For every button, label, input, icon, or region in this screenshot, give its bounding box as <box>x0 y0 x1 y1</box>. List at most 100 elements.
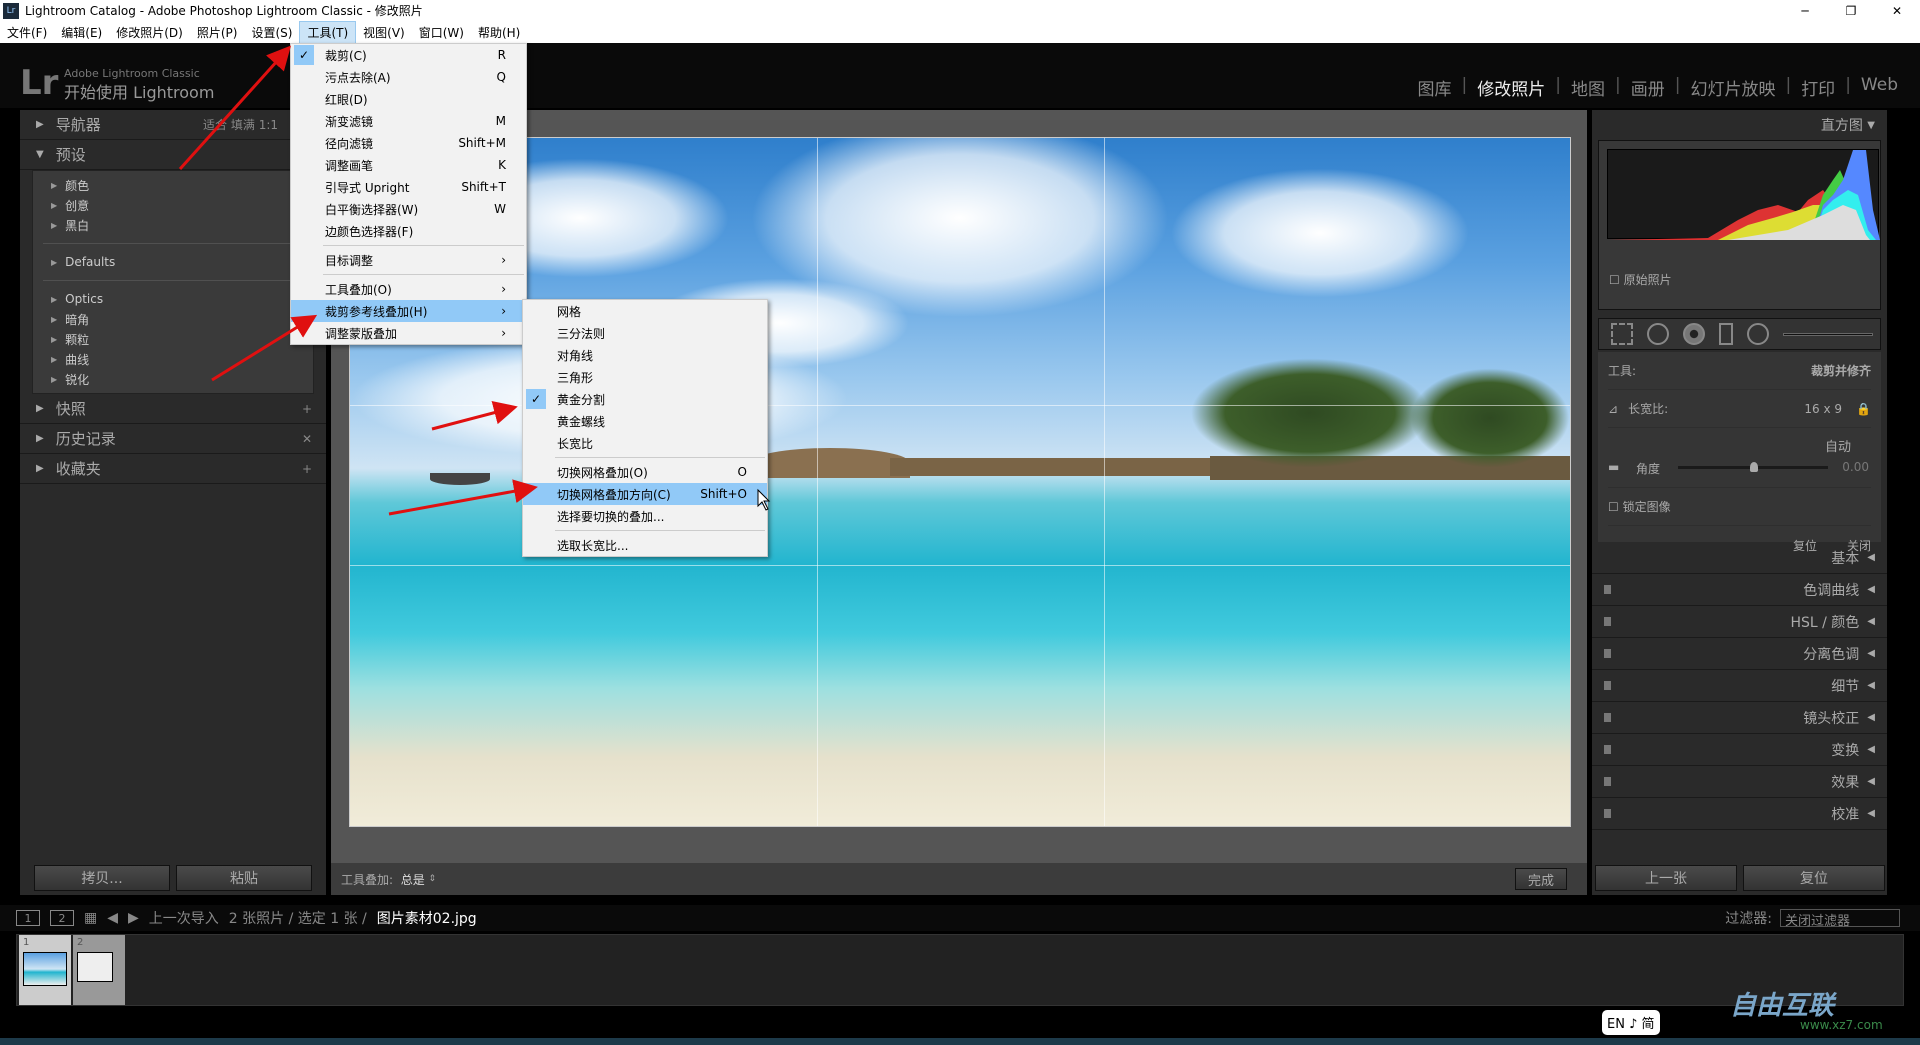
grid-icon[interactable]: ▦ <box>84 910 97 926</box>
clear-icon[interactable]: ✕ <box>302 432 312 446</box>
section-basic[interactable]: 基本 ◀ <box>1592 542 1887 574</box>
navigator-header[interactable]: ▶ 导航器 适合 填满 1:1 <box>20 110 326 140</box>
graduated-filter-icon[interactable] <box>1719 323 1733 345</box>
section-effects[interactable]: 效果 ◀ <box>1592 766 1887 798</box>
menu-item-mask-overlay[interactable]: 调整蒙版叠加 › <box>291 322 526 344</box>
section-tone-curve[interactable]: 色调曲线 ◀ <box>1592 574 1887 606</box>
copy-button[interactable]: 拷贝... <box>34 865 170 891</box>
menu-item-crop-guide-overlay[interactable]: 裁剪参考线叠加(H) › <box>291 300 526 322</box>
add-icon[interactable]: + <box>302 462 312 476</box>
menu-view[interactable]: 视图(V) <box>356 22 412 43</box>
module-slideshow[interactable]: 幻灯片放映 <box>1680 75 1785 100</box>
menu-item-guided-upright[interactable]: 引导式 Upright Shift+T <box>291 176 526 198</box>
section-lens[interactable]: 镜头校正 ◀ <box>1592 702 1887 734</box>
thumbnail[interactable]: 1 <box>19 935 71 1005</box>
module-book[interactable]: 画册 <box>1621 75 1675 100</box>
menu-help[interactable]: 帮助(H) <box>471 22 527 43</box>
back-arrow-icon[interactable]: ◀ <box>107 910 118 926</box>
lock-icon[interactable]: 🔒 <box>1856 402 1871 416</box>
previous-button[interactable]: 上一张 <box>1595 865 1737 891</box>
preset-group[interactable]: ▶ 颜色 <box>33 175 313 195</box>
radial-filter-icon[interactable] <box>1747 323 1769 345</box>
menu-tools[interactable]: 工具(T) <box>299 20 357 44</box>
source-label[interactable]: 上一次导入 <box>149 908 219 928</box>
menu-item-tool-overlay[interactable]: 工具叠加(O) › <box>291 278 526 300</box>
preset-group[interactable]: ▶ 锐化 <box>33 369 313 389</box>
crop-tool-icon[interactable] <box>1611 323 1633 345</box>
preset-group[interactable]: ▶ 曲线 <box>33 349 313 369</box>
menu-develop[interactable]: 修改照片(D) <box>109 22 190 43</box>
ime-indicator[interactable]: EN ♪ 简 <box>1602 1010 1660 1035</box>
history-header[interactable]: ▶ 历史记录 ✕ <box>20 424 326 454</box>
presets-header[interactable]: ▼ 预设 <box>20 140 326 170</box>
identity-plate[interactable]: 开始使用 Lightroom <box>64 79 214 103</box>
guide-diagonal[interactable]: 对角线 <box>523 344 767 366</box>
angle-slider[interactable] <box>1678 462 1828 472</box>
red-eye-icon[interactable] <box>1683 323 1705 345</box>
toggle-grid-overlay[interactable]: 切换网格叠加(O) O <box>523 461 767 483</box>
menu-item-adjustment-brush[interactable]: 调整画笔 K <box>291 154 526 176</box>
zoom-1-1[interactable]: 1:1 <box>259 118 278 132</box>
menu-item-target-adjust[interactable]: 目标调整 › <box>291 249 526 271</box>
menu-item-graduated-filter[interactable]: 渐变滤镜 M <box>291 110 526 132</box>
filename[interactable]: 图片素材02.jpg <box>377 908 477 928</box>
module-web[interactable]: Web <box>1851 75 1908 100</box>
choose-aspect-ratios[interactable]: 选取长宽比... <box>523 534 767 556</box>
section-hsl[interactable]: HSL / 颜色 ◀ <box>1592 606 1887 638</box>
guide-grid[interactable]: 网格 <box>523 300 767 322</box>
zoom-fill[interactable]: 填满 <box>231 118 255 132</box>
section-transform[interactable]: 变换 ◀ <box>1592 734 1887 766</box>
guide-thirds[interactable]: 三分法则 <box>523 322 767 344</box>
choose-overlays[interactable]: 选择要切换的叠加... <box>523 505 767 527</box>
histogram-header[interactable]: 直方图 ▼ <box>1592 110 1887 140</box>
main-window-button[interactable]: 1 <box>16 910 40 926</box>
auto-button[interactable]: 自动 <box>1825 436 1851 455</box>
menu-edit[interactable]: 编辑(E) <box>54 22 109 43</box>
preset-group[interactable]: ▶ 创意 <box>33 195 313 215</box>
menu-photo[interactable]: 照片(P) <box>190 22 245 43</box>
paste-button[interactable]: 粘贴 <box>176 865 312 891</box>
menu-file[interactable]: 文件(F) <box>0 22 54 43</box>
restore-button[interactable]: ❐ <box>1828 4 1874 18</box>
menu-item-white-balance[interactable]: 白平衡选择器(W) W <box>291 198 526 220</box>
preset-group[interactable]: ▶ Defaults <box>33 252 313 272</box>
guide-triangle[interactable]: 三角形 <box>523 366 767 388</box>
menu-item-crop[interactable]: ✓ 裁剪(C) R <box>291 44 526 66</box>
reset-button[interactable]: 复位 <box>1743 865 1885 891</box>
section-split-toning[interactable]: 分离色调 ◀ <box>1592 638 1887 670</box>
spot-removal-icon[interactable] <box>1647 323 1669 345</box>
preset-group[interactable]: ▶ Optics <box>33 289 313 309</box>
zoom-fit[interactable]: 适合 <box>203 118 227 132</box>
module-develop[interactable]: 修改照片 <box>1467 75 1555 100</box>
menu-settings[interactable]: 设置(S) <box>244 22 299 43</box>
guide-aspect-ratios[interactable]: 长宽比 <box>523 432 767 454</box>
menu-item-red-eye[interactable]: 红眼(D) <box>291 88 526 110</box>
preset-group[interactable]: ▶ 黑白 <box>33 215 313 235</box>
original-photo-checkbox[interactable]: ☐ 原始照片 <box>1609 271 1672 288</box>
tool-overlay-select[interactable]: 总是 <box>401 871 425 888</box>
menu-item-radial-filter[interactable]: 径向滤镜 Shift+M <box>291 132 526 154</box>
guide-golden-ratio[interactable]: ✓ 黄金分割 <box>523 388 767 410</box>
module-print[interactable]: 打印 <box>1791 75 1845 100</box>
done-button[interactable]: 完成 <box>1515 868 1567 890</box>
second-window-button[interactable]: 2 <box>50 910 74 926</box>
cycle-grid-orientation[interactable]: 切换网格叠加方向(C) Shift+O <box>523 483 767 505</box>
aspect-select[interactable]: 16 x 9 <box>1804 402 1842 416</box>
menu-item-border-color[interactable]: 边颜色选择器(F) <box>291 220 526 242</box>
forward-arrow-icon[interactable]: ▶ <box>128 910 139 926</box>
lock-image-checkbox[interactable]: ☐ 锁定图像 <box>1608 488 1871 526</box>
add-icon[interactable]: + <box>302 402 312 416</box>
thumbnail[interactable]: 2 <box>73 935 125 1005</box>
module-map[interactable]: 地图 <box>1561 75 1615 100</box>
section-detail[interactable]: 细节 ◀ <box>1592 670 1887 702</box>
collections-header[interactable]: ▶ 收藏夹 + <box>20 454 326 484</box>
menu-window[interactable]: 窗口(W) <box>412 22 471 43</box>
preset-group[interactable]: ▶ 颗粒 <box>33 329 313 349</box>
close-button[interactable]: ✕ <box>1874 4 1920 18</box>
preset-group[interactable]: ▶ 暗角 <box>33 309 313 329</box>
guide-golden-spiral[interactable]: 黄金螺线 <box>523 410 767 432</box>
filter-select[interactable]: 关闭过滤器 <box>1780 909 1900 929</box>
brush-slider[interactable] <box>1783 332 1873 336</box>
menu-item-spot-removal[interactable]: 污点去除(A) Q <box>291 66 526 88</box>
snapshots-header[interactable]: ▶ 快照 + <box>20 394 326 424</box>
